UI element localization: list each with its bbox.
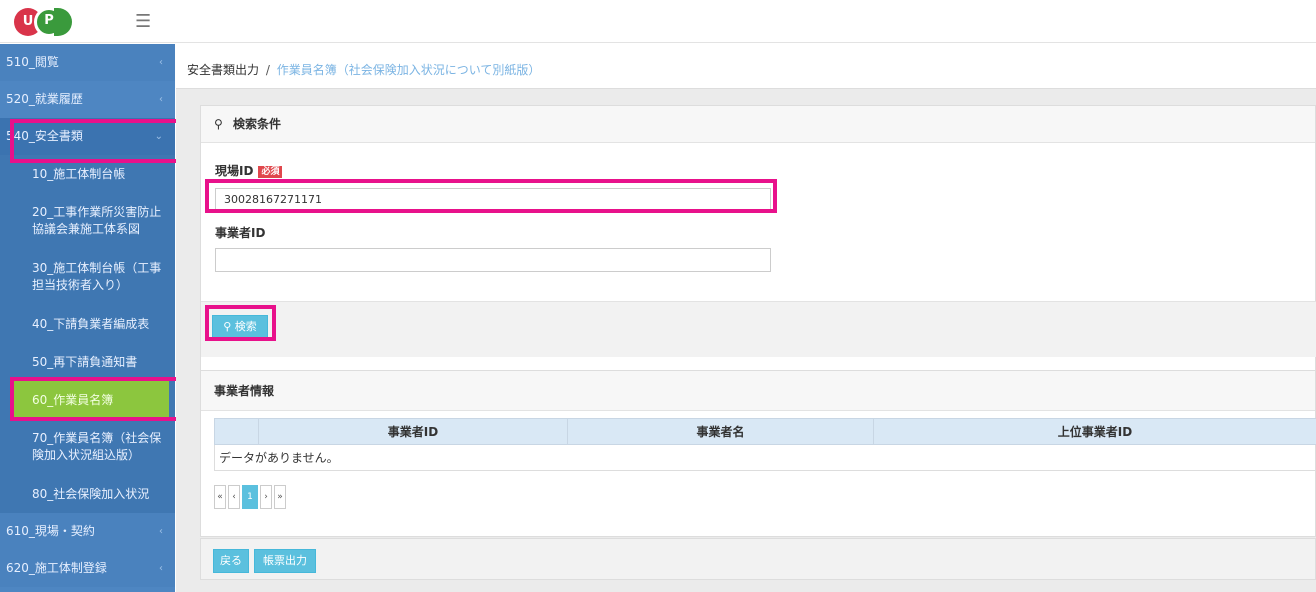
chevron-left-icon: ‹ xyxy=(159,57,163,68)
highlight-box-sidebar-540 xyxy=(10,119,182,163)
highlight-box-search-button xyxy=(205,305,276,341)
top-bar: U P ☰ xyxy=(0,0,1316,43)
table-select-column xyxy=(214,418,259,445)
sidebar-subitem-40[interactable]: 40_下請負業者編成表 xyxy=(0,305,175,343)
sidebar-item-520[interactable]: 520_就業履歴 ‹ xyxy=(0,81,175,118)
sidebar-item-510[interactable]: 510_閲覧 ‹ xyxy=(0,44,175,81)
search-icon: ⚲ xyxy=(214,117,223,131)
pager-page-1[interactable]: 1 xyxy=(242,485,258,509)
chevron-left-icon: ‹ xyxy=(159,526,163,537)
pager-next-button[interactable]: › xyxy=(260,485,272,509)
output-report-button[interactable]: 帳票出力 xyxy=(254,549,316,573)
company-id-label: 事業者ID xyxy=(215,226,266,240)
sidebar-item-label: 520_就業履歴 xyxy=(6,92,83,106)
sidebar-item-label: 620_施工体制登録 xyxy=(6,561,107,575)
sidebar-subitem-70[interactable]: 70_作業員名簿（社会保険加入状況組込版） xyxy=(0,419,175,475)
company-info-header: 事業者情報 xyxy=(201,371,1315,411)
sidebar-subitem-50[interactable]: 50_再下請負通知書 xyxy=(0,343,175,381)
search-panel: ⚲ 検索条件 現場ID 必須 30028167271171 事業者ID ⚲ 検索 xyxy=(200,105,1316,371)
company-id-input[interactable] xyxy=(215,248,771,272)
sidebar-submenu-540: 10_施工体制台帳 20_工事作業所災害防止協議会兼施工体系図 30_施工体制台… xyxy=(0,155,175,513)
column-company-id[interactable]: 事業者ID xyxy=(258,418,568,445)
footer-actions: 戻る 帳票出力 xyxy=(200,538,1316,580)
empty-message: データがありません。 xyxy=(214,444,1316,471)
search-panel-header: ⚲ 検索条件 xyxy=(201,106,1315,143)
pagination: « ‹ 1 › » xyxy=(214,485,288,511)
sidebar-subitem-20[interactable]: 20_工事作業所災害防止協議会兼施工体系図 xyxy=(0,193,175,249)
highlight-box-sidebar-60 xyxy=(10,377,182,421)
menu-toggle-icon[interactable]: ☰ xyxy=(135,11,151,32)
breadcrumb-root[interactable]: 安全書類出力 xyxy=(187,63,259,77)
pager-first-button[interactable]: « xyxy=(214,485,226,509)
breadcrumb-separator: / xyxy=(265,63,270,77)
site-id-label: 現場ID 必須 xyxy=(215,162,283,179)
breadcrumb: 安全書類出力 / 作業員名簿（社会保険加入状況について別紙版） xyxy=(176,44,1316,89)
sidebar-subitem-80[interactable]: 80_社会保険加入状況 xyxy=(0,475,175,513)
company-info-panel: 事業者情報 事業者ID 事業者名 上位事業者ID データがありません。 « ‹ … xyxy=(200,370,1316,537)
back-button[interactable]: 戻る xyxy=(213,549,249,573)
column-company-name[interactable]: 事業者名 xyxy=(567,418,874,445)
search-panel-title: 検索条件 xyxy=(232,117,281,131)
sidebar-subitem-30[interactable]: 30_施工体制台帳（工事担当技術者入り） xyxy=(0,249,175,305)
highlight-box-site-id xyxy=(205,179,777,213)
company-table: 事業者ID 事業者名 上位事業者ID データがありません。 xyxy=(214,418,1316,471)
logo-crescent xyxy=(54,8,72,36)
sidebar-item-label: 610_現場・契約 xyxy=(6,524,95,538)
sidebar-item-620[interactable]: 620_施工体制登録 ‹ xyxy=(0,550,175,587)
sidebar-item-610[interactable]: 610_現場・契約 ‹ xyxy=(0,513,175,550)
sidebar-item-label: 510_閲覧 xyxy=(6,55,59,69)
pager-prev-button[interactable]: ‹ xyxy=(228,485,240,509)
chevron-left-icon: ‹ xyxy=(159,563,163,574)
table-header-row: 事業者ID 事業者名 上位事業者ID xyxy=(214,418,1316,445)
app-logo[interactable]: U P xyxy=(14,6,76,38)
breadcrumb-current: 作業員名簿（社会保険加入状況について別紙版） xyxy=(276,63,541,77)
table-row: データがありません。 xyxy=(214,444,1316,471)
search-button-area: ⚲ 検索 xyxy=(201,301,1316,357)
main-content: 安全書類出力 / 作業員名簿（社会保険加入状況について別紙版） ⚲ 検索条件 現… xyxy=(176,44,1316,592)
column-parent-company-id[interactable]: 上位事業者ID xyxy=(873,418,1316,445)
pager-last-button[interactable]: » xyxy=(274,485,286,509)
chevron-left-icon: ‹ xyxy=(159,94,163,105)
required-badge: 必須 xyxy=(258,165,283,178)
